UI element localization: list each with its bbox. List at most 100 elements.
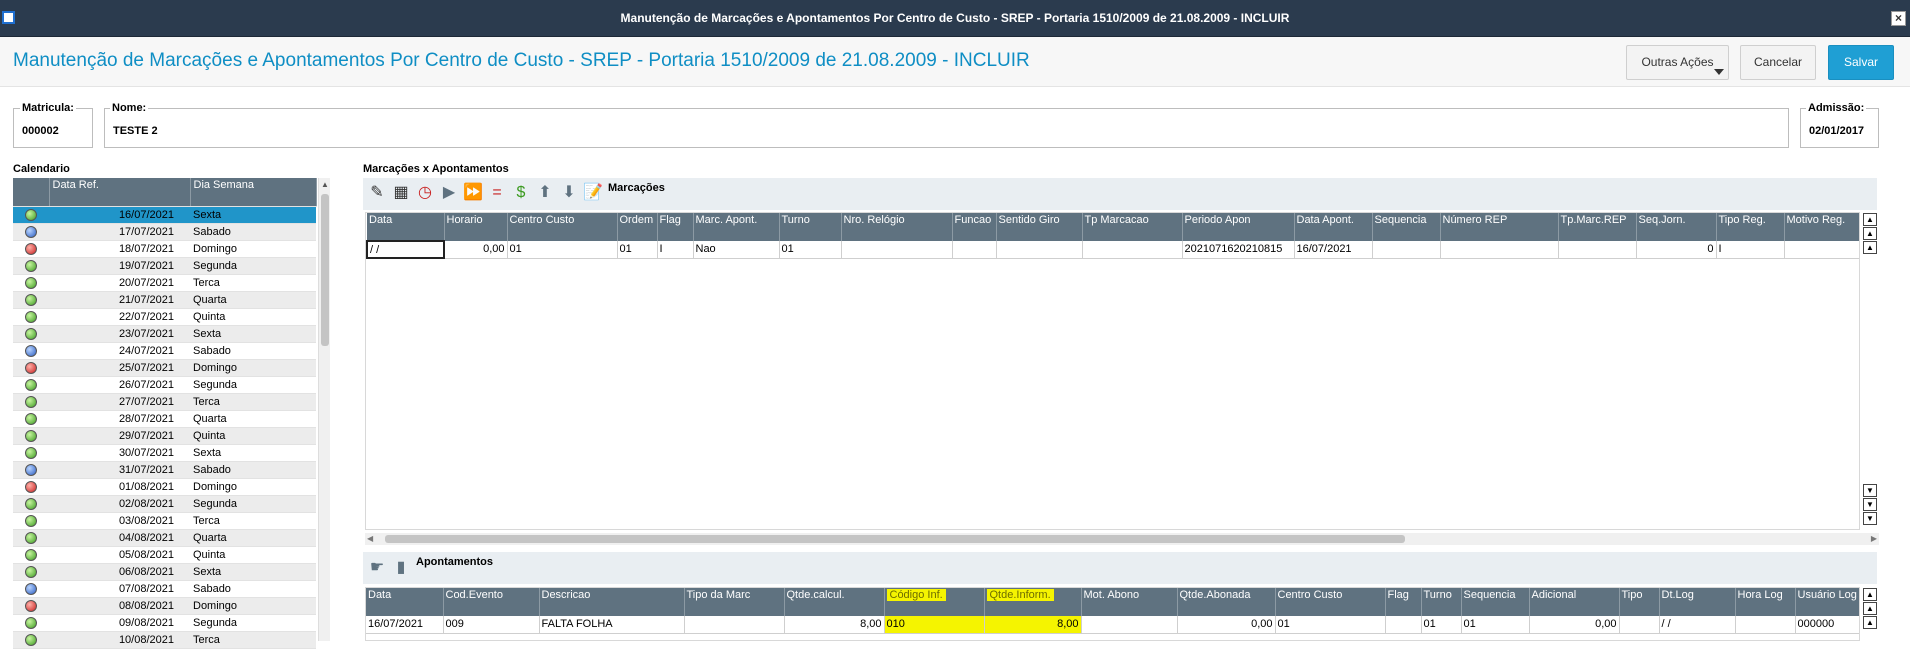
scroll-right-icon[interactable]: ▶ [1871,534,1877,543]
play-icon[interactable]: ▶ [438,182,460,204]
apontamentos-cell[interactable]: 16/07/2021 [366,616,444,634]
apontamentos-cell[interactable]: 010 [884,616,985,634]
marcacoes-col-header[interactable]: Seq.Jorn. [1636,213,1717,241]
marcacoes-cell[interactable] [1082,241,1183,259]
marcacoes-col-header[interactable]: Turno [779,213,842,241]
apontamentos-col-header[interactable]: Turno [1421,588,1462,616]
marcacoes-cell[interactable] [1784,241,1859,259]
arrow-down-icon[interactable]: ⬇ [558,182,580,204]
marcacoes-col-header[interactable]: Nro. Relógio [841,213,953,241]
admissao-field[interactable]: 02/01/2017 [1800,108,1879,148]
calendar-row[interactable]: 16/07/2021 Sexta [13,206,316,224]
apontamentos-col-header[interactable]: Flag [1385,588,1422,616]
marcacoes-cell[interactable]: 01 [779,241,842,259]
apontamentos-cell[interactable]: FALTA FOLHA [539,616,685,634]
calendar-row[interactable]: 22/07/2021 Quinta [13,308,316,326]
marcacoes-cell[interactable]: I [657,241,694,259]
apontamentos-cell[interactable] [684,616,785,634]
marcacoes-col-header[interactable]: Tp Marcacao [1082,213,1183,241]
apontamentos-col-header[interactable]: Qtde.Inform. [984,588,1082,616]
page-down-icon[interactable]: ▼ [1863,498,1877,511]
calendar-icon[interactable]: ▦ [390,182,412,204]
apontamentos-col-header[interactable]: Descricao [539,588,685,616]
calendar-row[interactable]: 29/07/2021 Quinta [13,427,316,445]
calendar-row[interactable]: 04/08/2021 Quarta [13,529,316,547]
apontamentos-cell[interactable] [1385,616,1422,634]
marcacoes-cell[interactable]: 0 [1636,241,1717,259]
marcacoes-col-header[interactable]: Flag [657,213,694,241]
apontamentos-col-header[interactable]: Adicional [1529,588,1620,616]
apontamentos-col-header[interactable]: Data [366,588,444,616]
calendar-scroll-thumb[interactable] [321,194,329,346]
marcacoes-col-header[interactable]: Ordem [617,213,658,241]
marcacoes-col-header[interactable]: Data Apont. [1294,213,1373,241]
apontamentos-col-header[interactable]: Cod.Evento [443,588,540,616]
scroll-up-icon[interactable]: ▲ [1863,616,1877,629]
marcacoes-cell[interactable] [952,241,997,259]
marcacoes-col-header[interactable]: Horario [444,213,508,241]
apontamentos-cell[interactable]: 01 [1421,616,1462,634]
calendar-row[interactable]: 08/08/2021 Domingo [13,597,316,615]
marcacoes-col-header[interactable]: Sentido Giro [996,213,1083,241]
marcacoes-cell[interactable]: / / [366,240,445,259]
marcacoes-hscroll[interactable]: ◀ ▶ [365,533,1879,545]
marcacoes-cell[interactable] [841,241,953,259]
apontamentos-cell[interactable] [1081,616,1178,634]
page-up-icon[interactable]: ▲ [1863,602,1877,615]
calendar-row[interactable]: 25/07/2021 Domingo [13,359,316,377]
calendar-row[interactable]: 19/07/2021 Segunda [13,257,316,275]
marcacoes-cell[interactable] [996,241,1083,259]
matricula-field[interactable]: 000002 [13,108,93,148]
marcacoes-cell[interactable]: 16/07/2021 [1294,241,1373,259]
money-icon[interactable]: $ [510,182,532,204]
marcacoes-col-header[interactable]: Motivo Reg. [1784,213,1859,241]
apontamentos-col-header[interactable]: Centro Custo [1275,588,1386,616]
calendar-row[interactable]: 20/07/2021 Terca [13,274,316,292]
apontamentos-cell[interactable]: 8,00 [984,616,1082,634]
calendar-row[interactable]: 28/07/2021 Quarta [13,410,316,428]
first-record-icon[interactable]: ▲ [1863,588,1877,601]
fast-forward-icon[interactable]: ⏩ [462,182,484,204]
marcacoes-col-header[interactable]: Marc. Apont. [693,213,780,241]
apontamentos-col-header[interactable]: Hora Log [1735,588,1796,616]
apontamentos-cell[interactable] [1735,616,1796,634]
scroll-up-icon[interactable]: ▲ [321,180,329,189]
calendar-row[interactable]: 10/08/2021 Terca [13,631,316,649]
apontamentos-cell[interactable]: 0,00 [1177,616,1276,634]
marcacoes-row[interactable]: / /0,00 01 01 I Nao 01 2021071620210815 16/07/2… [366,240,1859,259]
equals-icon[interactable]: = [486,182,508,204]
marcacoes-cell[interactable]: Nao [693,241,780,259]
calendar-row[interactable]: 01/08/2021 Domingo [13,478,316,496]
calendar-row[interactable]: 07/08/2021 Sabado [13,580,316,598]
marcacoes-cell[interactable]: 2021071620210815 [1182,241,1295,259]
marcacoes-cell[interactable]: 0,00 [444,241,508,259]
marcacoes-col-header[interactable]: Funcao [952,213,997,241]
marcacoes-cell[interactable] [1440,241,1559,259]
marcacoes-col-header[interactable]: Sequencia [1372,213,1441,241]
marcacoes-cell[interactable] [1558,241,1637,259]
marcacoes-cell[interactable]: 01 [617,241,658,259]
calendar-row[interactable]: 17/07/2021 Sabado [13,223,316,241]
marcacoes-col-header[interactable]: Centro Custo [507,213,618,241]
marcacoes-hscroll-thumb[interactable] [385,535,1405,543]
apontamentos-col-header[interactable]: Qtde.Abonada [1177,588,1276,616]
apontamentos-row[interactable]: 16/07/2021 009 FALTA FOLHA 8,00 010 8,00 0,00 0… [366,616,1859,634]
apontamentos-col-header[interactable]: Sequencia [1461,588,1530,616]
calendar-row[interactable]: 09/08/2021 Segunda [13,614,316,632]
notes-icon[interactable]: 📝 [582,182,604,204]
other-actions-button[interactable]: Outras Ações [1626,45,1729,80]
arrow-up-icon[interactable]: ⬆ [534,182,556,204]
calendar-row[interactable]: 18/07/2021 Domingo [13,240,316,258]
apontamentos-col-header[interactable]: Mot. Abono [1081,588,1178,616]
calendar-row[interactable]: 30/07/2021 Sexta [13,444,316,462]
cancel-button[interactable]: Cancelar [1740,45,1816,80]
marcacoes-col-header[interactable]: Data [367,213,445,241]
apontamentos-cell[interactable]: 01 [1461,616,1530,634]
calendar-row[interactable]: 27/07/2021 Terca [13,393,316,411]
apontamentos-cell[interactable]: 0,00 [1529,616,1620,634]
clock-icon[interactable]: ◷ [414,182,436,204]
nome-field[interactable]: TESTE 2 [104,108,1789,148]
close-icon[interactable]: × [1891,11,1906,26]
calendar-row[interactable]: 03/08/2021 Terca [13,512,316,530]
marcacoes-col-header[interactable]: Número REP [1440,213,1559,241]
